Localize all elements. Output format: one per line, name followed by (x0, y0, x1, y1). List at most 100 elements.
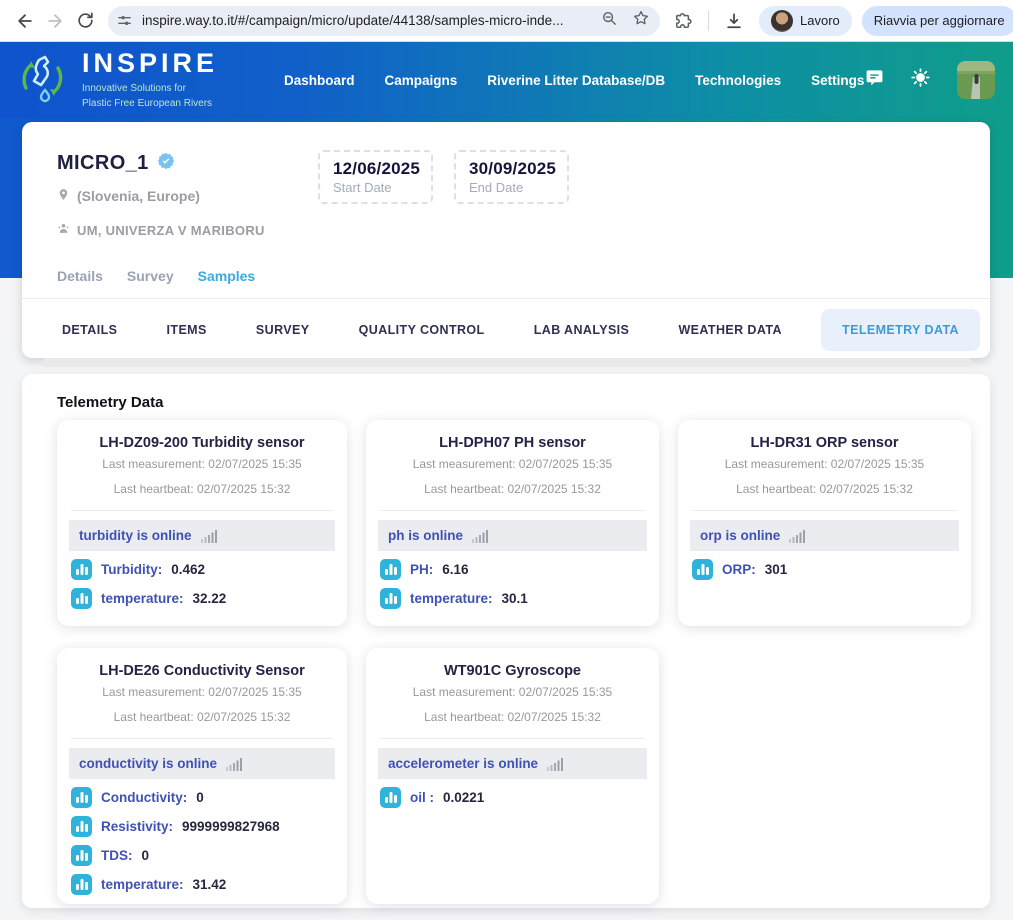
browser-profile-chip[interactable]: Lavoro (759, 6, 852, 36)
toolbar-divider (708, 11, 709, 31)
downloads-icon[interactable] (719, 6, 749, 36)
metric-row: ORP: 301 (692, 559, 959, 580)
chart-bars-icon (380, 588, 401, 609)
metric-row: temperature: 31.42 (71, 874, 335, 895)
end-date-value: 30/09/2025 (469, 159, 567, 179)
logo[interactable]: INSPIRE Innovative Solutions for Plastic… (0, 50, 252, 111)
organization-icon (57, 222, 70, 238)
metric-row: Resistivity: 9999999827968 (71, 816, 335, 837)
url-text[interactable]: inspire.way.to.it/#/campaign/micro/updat… (142, 13, 593, 28)
end-date-label: End Date (469, 180, 567, 195)
metric-label: Turbidity: (101, 562, 162, 577)
sensor-status-bar: ph is online (378, 520, 647, 551)
sensor-last-measurement: Last measurement: 02/07/2025 15:35 (69, 457, 335, 471)
metric-label: TDS: (101, 848, 133, 863)
update-browser-button[interactable]: Riavvia per aggiornare (862, 6, 1013, 36)
campaign-panel: MICRO_1 (Slovenia, Europe) UM, UNIVERZA … (22, 122, 990, 358)
sensor-status-text: accelerometer is online (388, 756, 538, 771)
verified-badge-icon (157, 152, 175, 175)
sensor-title: LH-DZ09-200 Turbidity sensor (69, 435, 335, 451)
site-settings-icon[interactable] (112, 9, 136, 33)
sensor-title: LH-DE26 Conductivity Sensor (69, 663, 335, 679)
theme-sun-icon[interactable] (910, 67, 931, 93)
subtab-weather-data[interactable]: WEATHER DATA (668, 310, 791, 350)
extensions-icon[interactable] (668, 6, 698, 36)
chart-bars-icon (71, 874, 92, 895)
tab-samples[interactable]: Samples (198, 268, 256, 284)
screen: inspire.way.to.it/#/campaign/micro/updat… (0, 0, 1013, 920)
reload-icon[interactable] (70, 6, 100, 36)
sensor-title: WT901C Gyroscope (378, 663, 647, 679)
signal-bars-icon (472, 529, 489, 543)
metric-value: 6.16 (442, 562, 468, 577)
sensor-card-turbidity: LH-DZ09-200 Turbidity sensor Last measur… (57, 420, 347, 626)
subtab-details[interactable]: DETAILS (52, 310, 127, 350)
tab-details[interactable]: Details (57, 268, 103, 284)
metric-label: oil : (410, 790, 434, 805)
subtab-items[interactable]: ITEMS (157, 310, 217, 350)
logo-tagline-line1: Innovative Solutions for (82, 81, 218, 96)
metric-value: 0.462 (171, 562, 205, 577)
campaign-location: (Slovenia, Europe) (77, 188, 200, 204)
chart-bars-icon (71, 588, 92, 609)
metric-row: oil : 0.0221 (380, 787, 647, 808)
update-browser-label: Riavvia per aggiornare (874, 13, 1005, 28)
signal-bars-icon (789, 529, 806, 543)
tab-survey[interactable]: Survey (127, 268, 174, 284)
nav-item-settings[interactable]: Settings (811, 73, 864, 88)
logo-tagline-line2: Plastic Free European Rivers (82, 96, 218, 111)
tabs-divider (22, 298, 990, 299)
chart-bars-icon (380, 787, 401, 808)
telemetry-panel: Telemetry Data LH-DZ09-200 Turbidity sen… (22, 374, 990, 908)
sensor-card-orp: LH-DR31 ORP sensor Last measurement: 02/… (678, 420, 971, 626)
zoom-out-icon[interactable] (601, 10, 618, 32)
chat-icon[interactable] (865, 68, 884, 92)
user-avatar[interactable] (957, 61, 995, 99)
start-date-box[interactable]: 12/06/2025 Start Date (318, 150, 433, 204)
campaign-tabs: Details Survey Samples (57, 268, 255, 284)
chart-bars-icon (71, 559, 92, 580)
subtab-survey[interactable]: SURVEY (246, 310, 320, 350)
end-date-box[interactable]: 30/09/2025 End Date (454, 150, 569, 204)
metric-label: Conductivity: (101, 790, 187, 805)
url-bar[interactable]: inspire.way.to.it/#/campaign/micro/updat… (108, 6, 660, 36)
metric-value: 0 (196, 790, 204, 805)
app-header: INSPIRE Innovative Solutions for Plastic… (0, 42, 1013, 118)
metric-label: temperature: (101, 591, 184, 606)
logo-title: INSPIRE (82, 50, 218, 77)
metric-label: temperature: (101, 877, 184, 892)
sensor-divider (692, 510, 957, 511)
chart-bars-icon (71, 816, 92, 837)
subtabs-scrollbar[interactable] (42, 358, 972, 367)
subtab-lab-analysis[interactable]: LAB ANALYSIS (524, 310, 640, 350)
sensor-last-measurement: Last measurement: 02/07/2025 15:35 (69, 685, 335, 699)
nav-item-technologies[interactable]: Technologies (695, 73, 781, 88)
back-icon[interactable] (10, 6, 40, 36)
sensor-status-bar: conductivity is online (69, 748, 335, 779)
nav-item-dashboard[interactable]: Dashboard (284, 73, 355, 88)
metric-row: PH: 6.16 (380, 559, 647, 580)
chart-bars-icon (71, 787, 92, 808)
metric-value: 32.22 (193, 591, 227, 606)
sensor-card-gyroscope: WT901C Gyroscope Last measurement: 02/07… (366, 648, 659, 904)
metric-row: Conductivity: 0 (71, 787, 335, 808)
sensor-last-heartbeat: Last heartbeat: 02/07/2025 15:32 (69, 710, 335, 724)
nav-item-campaigns[interactable]: Campaigns (385, 73, 458, 88)
sensor-title: LH-DPH07 PH sensor (378, 435, 647, 451)
bookmark-star-icon[interactable] (632, 9, 650, 32)
metric-row: TDS: 0 (71, 845, 335, 866)
sensor-last-measurement: Last measurement: 02/07/2025 15:35 (690, 457, 959, 471)
sensor-title: LH-DR31 ORP sensor (690, 435, 959, 451)
subtab-telemetry-data[interactable]: TELEMETRY DATA (821, 309, 980, 351)
start-date-label: Start Date (333, 180, 431, 195)
sensor-last-measurement: Last measurement: 02/07/2025 15:35 (378, 457, 647, 471)
sensor-status-bar: turbidity is online (69, 520, 335, 551)
sensor-divider (380, 738, 645, 739)
sensor-card-conductivity: LH-DE26 Conductivity Sensor Last measure… (57, 648, 347, 904)
subtab-quality-control[interactable]: QUALITY CONTROL (349, 310, 495, 350)
campaign-title: MICRO_1 (57, 152, 149, 175)
forward-icon[interactable] (40, 6, 70, 36)
metric-row: temperature: 30.1 (380, 588, 647, 609)
chart-bars-icon (692, 559, 713, 580)
nav-item-riverine-litter-db[interactable]: Riverine Litter Database/DB (487, 73, 665, 88)
